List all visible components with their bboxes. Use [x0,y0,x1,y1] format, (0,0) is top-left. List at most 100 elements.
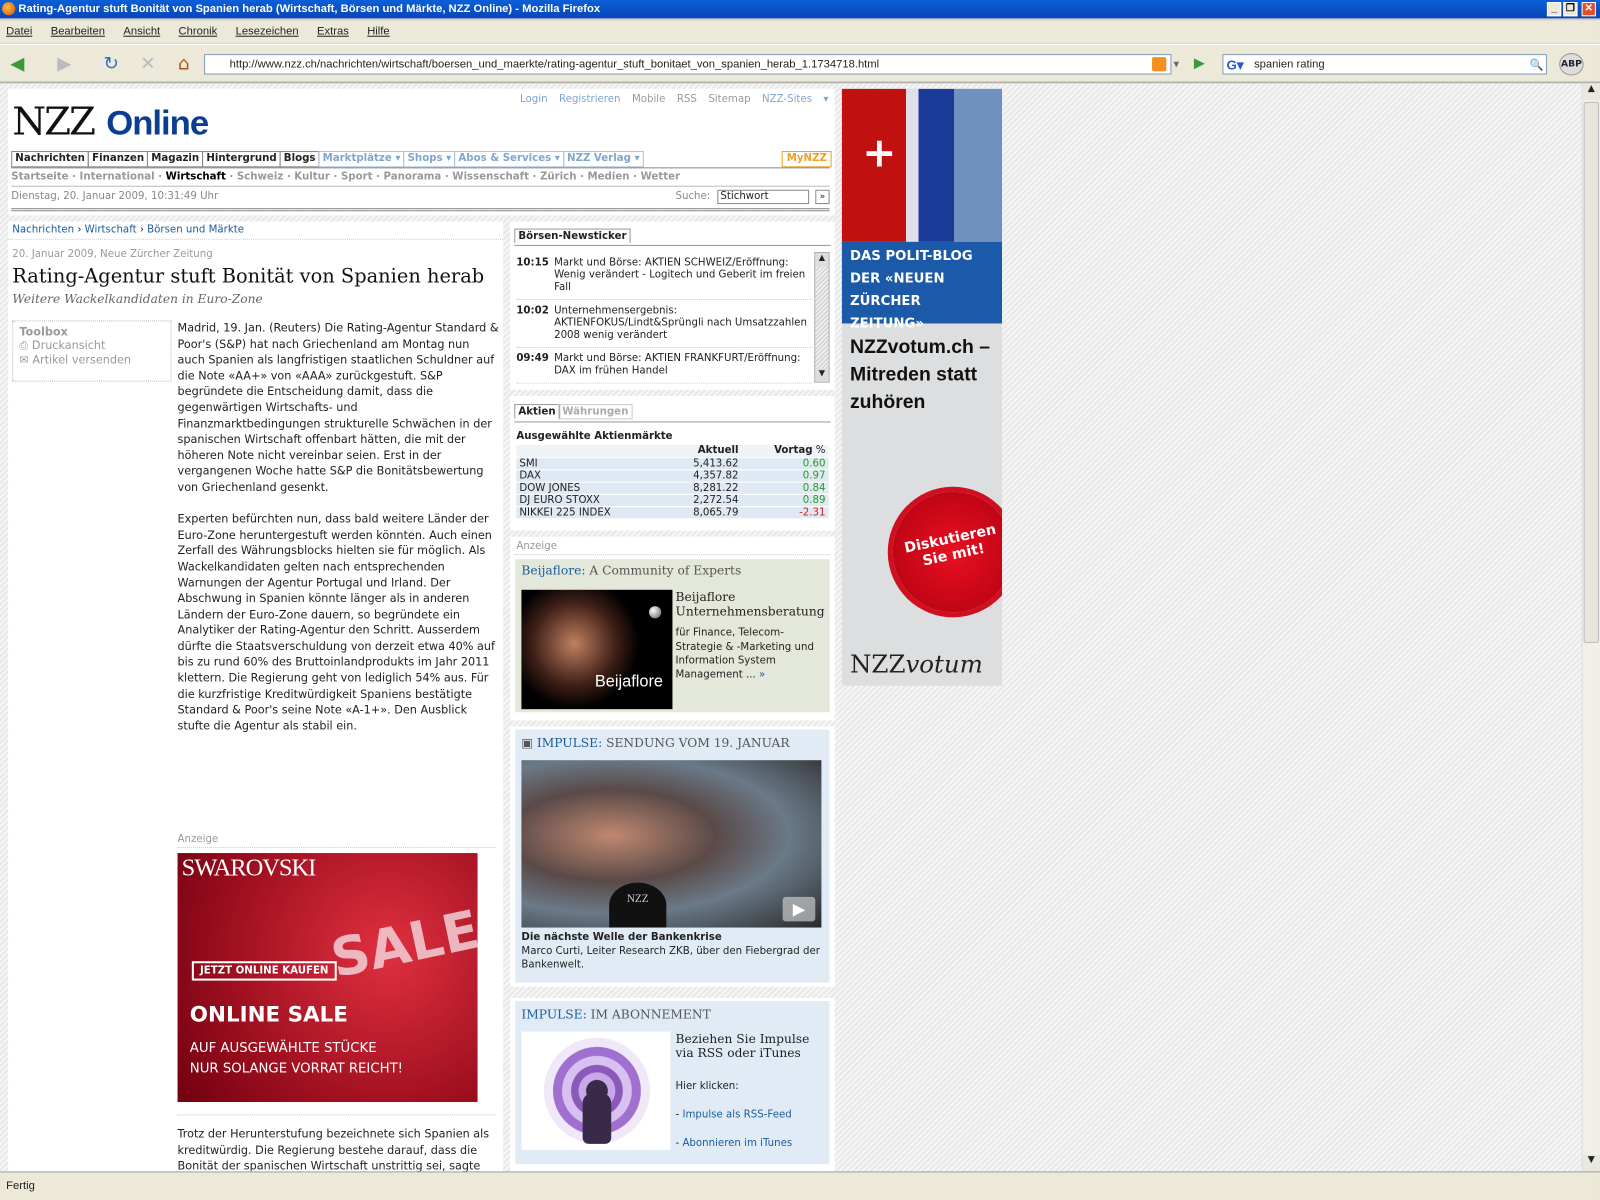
print-view-link[interactable]: ⎙ Druckansicht [19,339,164,353]
menu-bar: Datei Bearbeiten Ansicht Chronik Lesezeichen… [0,20,1600,43]
home-button[interactable]: ⌂ [170,51,197,78]
go-button[interactable]: ▶ [1194,55,1205,71]
nav-marktplaetze[interactable]: Marktplätze ▾ [318,151,405,168]
mobile-link[interactable]: Mobile [632,94,665,105]
subnav-international[interactable]: International [80,171,155,182]
market-row[interactable]: SMI 5,413.62 0.60 [516,457,829,470]
subnav-wetter[interactable]: Wetter [641,171,681,182]
window-title: Rating-Agentur stuft Bonität von Spanien… [18,3,601,16]
search-bar[interactable]: G▾ spanien rating 🔍 [1222,54,1547,75]
breadcrumb-nachrichten[interactable]: Nachrichten [12,224,74,235]
tab-aktien[interactable]: Aktien [514,404,560,419]
reload-button[interactable]: ↻ [98,51,125,78]
beijaflore-image[interactable]: Beijaflore [521,589,673,710]
send-article-link[interactable]: ✉ Artikel versenden [19,353,164,366]
subnav-startseite[interactable]: Startseite [11,171,68,182]
ticker-item[interactable]: 10:15 Markt und Börse: AKTIEN SCHWEIZ/Erö… [516,252,813,300]
discuss-badge[interactable]: Diskutieren Sie mit! [881,480,1003,624]
scroll-up-arrow-icon[interactable]: ▲ [1582,83,1600,100]
printer-icon: ⎙ [19,338,32,353]
sub-nav: Startseite · International · Wirtschaft … [11,171,681,183]
maximize-button[interactable]: ❐ [1563,2,1578,17]
status-bar: Fertig [0,1171,1600,1200]
page-scrollbar[interactable]: ▲ ▼ [1581,83,1600,1172]
breadcrumb-boersen[interactable]: Börsen und Märkte [147,224,244,235]
nav-abos[interactable]: Abos & Services ▾ [454,151,564,168]
rss-feed-icon[interactable] [1152,57,1167,72]
market-row[interactable]: NIKKEI 225 INDEX 8,065.79 -2.31 [516,506,829,519]
scrollbar-thumb[interactable] [1583,102,1599,643]
menu-chronik[interactable]: Chronik [179,26,218,38]
more-link[interactable]: » [759,669,765,680]
nav-hintergrund[interactable]: Hintergrund [202,151,281,168]
menu-lesezeichen[interactable]: Lesezeichen [236,26,299,38]
menu-hilfe[interactable]: Hilfe [367,26,389,38]
breadcrumb-wirtschaft[interactable]: Wirtschaft [85,224,137,235]
menu-extras[interactable]: Extras [317,26,349,38]
nzzvotum-banner[interactable]: + DAS POLIT-BLOG DER «NEUEN ZÜRCHER ZEIT… [841,88,1003,686]
shop-now-button[interactable]: JETZT ONLINE KAUFEN [191,961,337,981]
subnav-sport[interactable]: Sport [341,171,373,182]
itunes-link[interactable]: Abonnieren im iTunes [682,1138,792,1149]
tab-waehrungen[interactable]: Währungen [558,404,633,420]
ticker-item[interactable]: 10:02 Unternehmensergebnis: AKTIENFOKUS/L… [516,300,813,348]
nav-verlag[interactable]: NZZ Verlag ▾ [562,151,644,168]
close-button[interactable]: ✕ [1581,2,1596,17]
market-value: 8,281.22 [663,481,742,495]
ticker-tab[interactable]: Börsen-Newsticker [514,228,631,243]
market-value: 2,272.54 [663,493,742,507]
url-bar[interactable]: http://www.nzz.ch/nachrichten/wirtschaft… [204,54,1172,75]
play-button[interactable]: ▶ [782,896,816,922]
login-link[interactable]: Login [520,94,548,105]
url-dropdown-icon[interactable]: ▾ [1173,57,1179,70]
search-icon[interactable]: 🔍 [1530,56,1544,74]
nzz-sites-link[interactable]: NZZ-Sites ▾ [762,94,829,105]
site-header: Login Registrieren Mobile RSS Sitemap NZ… [8,88,835,216]
nav-blogs[interactable]: Blogs [279,151,320,168]
market-row[interactable]: DJ EURO STOXX 2,272.54 0.89 [516,493,829,507]
sitemap-link[interactable]: Sitemap [708,94,750,105]
subnav-kultur[interactable]: Kultur [294,171,330,182]
ticker-item[interactable]: 09:49 Markt und Börse: AKTIEN FRANKFURT/E… [516,348,813,384]
toolbox-title: Toolbox [19,325,68,339]
subnav-zuerich[interactable]: Zürich [540,171,577,182]
scroll-down-arrow-icon[interactable]: ▼ [815,368,829,382]
rss-feed-link[interactable]: Impulse als RSS-Feed [682,1109,791,1120]
menu-ansicht[interactable]: Ansicht [123,26,160,38]
subnav-medien[interactable]: Medien [587,171,629,182]
menu-datei[interactable]: Datei [6,26,32,38]
site-search-input[interactable]: Stichwort [717,189,810,205]
scroll-up-arrow-icon[interactable]: ▲ [815,253,829,267]
google-icon[interactable]: G▾ [1227,56,1244,74]
envelope-icon: ✉ [19,353,33,367]
nav-nachrichten[interactable]: Nachrichten [11,151,90,168]
subnav-panorama[interactable]: Panorama [384,171,442,182]
subnav-schweiz[interactable]: Schweiz [237,171,283,182]
stop-button[interactable]: ✕ [135,51,162,78]
flags-image: + [841,88,1003,242]
nav-finanzen[interactable]: Finanzen [88,151,149,168]
swarovski-ad[interactable]: SWAROVSKI SALE JETZT ONLINE KAUFEN ONLIN… [177,853,478,1103]
market-row[interactable]: DOW JONES 8,281.22 0.84 [516,481,829,495]
video-title[interactable]: Die nächste Welle der Bankenkrise [521,932,721,943]
minimize-button[interactable]: _ [1546,2,1562,17]
nzz-online-logo[interactable]: NZZ Online [12,101,209,144]
back-button[interactable]: ◀ [4,51,31,78]
video-player[interactable]: NZZ ▶ [521,760,822,928]
nav-magazin[interactable]: Magazin [147,151,204,168]
register-link[interactable]: Registrieren [559,94,621,105]
forward-button[interactable]: ▶ [51,51,78,78]
ticker-scrollbar[interactable]: ▲ ▼ [814,252,830,383]
nav-shops[interactable]: Shops ▾ [403,151,456,168]
rss-link[interactable]: RSS [677,94,697,105]
paragraph-1: Madrid, 19. Jan. (Reuters) Die Rating-Ag… [177,321,499,494]
menu-bearbeiten[interactable]: Bearbeiten [51,26,105,38]
scroll-down-arrow-icon[interactable]: ▼ [1582,1155,1600,1172]
beijaflore-box[interactable]: Beijaflore: A Community of Experts Beija… [515,559,830,713]
market-row[interactable]: DAX 4,357.82 0.97 [516,469,829,483]
mynzz-tab[interactable]: MyNZZ [781,151,832,168]
adblock-button[interactable]: ABP [1559,53,1584,76]
subnav-wirtschaft[interactable]: Wirtschaft [166,171,226,182]
site-search-button[interactable]: » [815,189,830,205]
subnav-wissenschaft[interactable]: Wissenschaft [452,171,529,182]
